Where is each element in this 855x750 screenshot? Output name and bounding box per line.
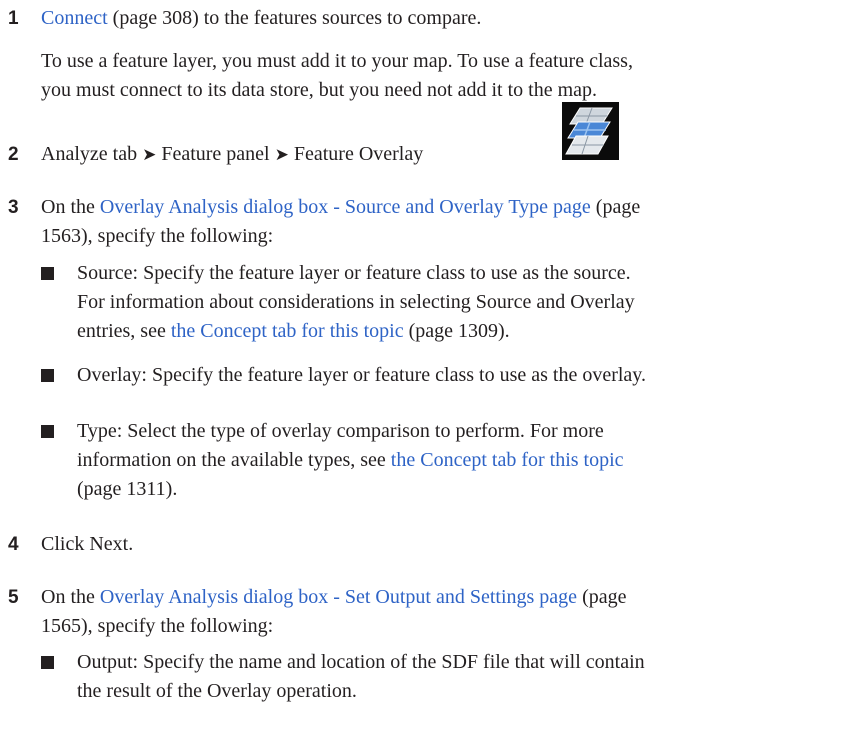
step-number: 5 bbox=[8, 587, 19, 608]
step-text-line: 1563), specify the following: bbox=[41, 225, 274, 247]
concept-tab-link[interactable]: the Concept tab for this topic bbox=[171, 320, 404, 342]
step-text-prefix: On the bbox=[41, 586, 100, 608]
analyze-tab-label: Analyze tab bbox=[41, 143, 138, 165]
step-number: 4 bbox=[8, 534, 19, 555]
step-text-suffix: (page bbox=[590, 196, 641, 218]
source-overlay-type-page-link[interactable]: Overlay Analysis dialog box - Source and… bbox=[100, 196, 591, 218]
bullet-marker bbox=[41, 267, 54, 280]
step-text: Click Next. bbox=[41, 533, 134, 555]
bullet-line: Output: Specify the name and location of… bbox=[77, 651, 645, 673]
bullet-text: Overlay: Specify the feature layer or fe… bbox=[77, 361, 843, 390]
step-text-line: 1565), specify the following: bbox=[41, 615, 274, 637]
bullet-marker bbox=[41, 656, 54, 669]
set-output-settings-page-link[interactable]: Overlay Analysis dialog box - Set Output… bbox=[100, 586, 577, 608]
note-line: To use a feature layer, you must add it … bbox=[41, 50, 633, 72]
bullet-text: Output: Specify the name and location of… bbox=[77, 648, 843, 706]
note-line: you must connect to its data store, but … bbox=[41, 79, 598, 101]
connect-link[interactable]: Connect bbox=[41, 7, 108, 29]
step-text: Analyze tab ➤ Feature panel ➤ Feature Ov… bbox=[41, 140, 841, 170]
step-text-rest: (page 308) to the features sources to co… bbox=[107, 7, 482, 29]
bullet-line: For information about considerations in … bbox=[77, 291, 635, 313]
step-number: 3 bbox=[8, 197, 19, 218]
bullet-line: Type: Select the type of overlay compari… bbox=[77, 420, 604, 442]
step-text-prefix: On the bbox=[41, 196, 100, 218]
bullet-marker bbox=[41, 425, 54, 438]
bullet-line: the result of the Overlay operation. bbox=[77, 680, 357, 702]
bullet-line-prefix: information on the available types, see bbox=[77, 449, 391, 471]
step-text: On the Overlay Analysis dialog box - Sou… bbox=[41, 193, 841, 251]
bullet-line-prefix: entries, see bbox=[77, 320, 171, 342]
step-number: 2 bbox=[8, 144, 19, 165]
bullet-line: (page 1311). bbox=[77, 478, 178, 500]
feature-panel-label: Feature panel bbox=[161, 143, 270, 165]
feature-overlay-label: Feature Overlay bbox=[293, 143, 424, 165]
step-note: To use a feature layer, you must add it … bbox=[41, 47, 841, 105]
step-number: 1 bbox=[8, 8, 19, 29]
bullet-text: Source: Specify the feature layer or fea… bbox=[77, 259, 843, 346]
arrow-icon: ➤ bbox=[274, 145, 289, 165]
bullet-line: Source: Specify the feature layer or fea… bbox=[77, 262, 631, 284]
arrow-icon: ➤ bbox=[142, 145, 157, 165]
step-text: On the Overlay Analysis dialog box - Set… bbox=[41, 583, 841, 641]
bullet-marker bbox=[41, 369, 54, 382]
bullet-line: Overlay: Specify the feature layer or fe… bbox=[77, 364, 647, 386]
bullet-line-suffix: (page 1309). bbox=[403, 320, 510, 342]
step-text: Connect (page 308) to the features sourc… bbox=[41, 4, 841, 33]
bullet-text: Type: Select the type of overlay compari… bbox=[77, 417, 843, 504]
step-text-suffix: (page bbox=[577, 586, 627, 608]
feature-overlay-icon[interactable] bbox=[562, 102, 619, 160]
concept-tab-link[interactable]: the Concept tab for this topic bbox=[391, 449, 624, 471]
